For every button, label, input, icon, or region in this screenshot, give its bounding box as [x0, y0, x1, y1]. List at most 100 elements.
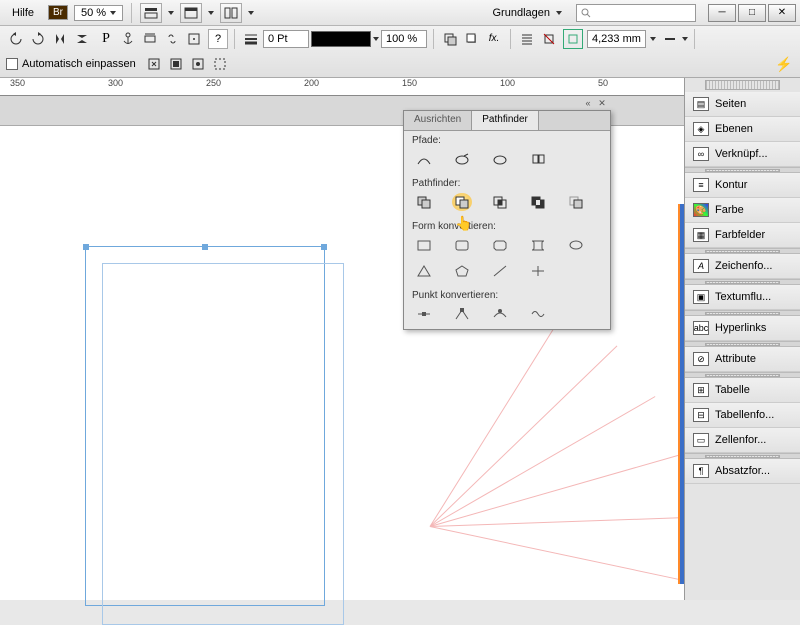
ellipse-icon[interactable] [566, 236, 586, 254]
plain-point-icon[interactable] [414, 305, 434, 323]
dock-item-stroke[interactable]: ≡Kontur [685, 173, 800, 198]
close-button[interactable]: ✕ [768, 4, 796, 22]
stroke-style-swatch[interactable] [311, 31, 371, 47]
dock-item-attributes[interactable]: ⊘Attribute [685, 347, 800, 372]
help-icon[interactable]: ? [208, 29, 228, 49]
dock-item-character[interactable]: AZeichenfo... [685, 254, 800, 279]
resize-handle[interactable] [202, 244, 208, 250]
measure-input[interactable]: 4,233 mm [587, 30, 646, 48]
fill-frame-icon[interactable] [210, 54, 230, 74]
flip-h-icon[interactable] [50, 29, 70, 49]
exclude-shapes-icon[interactable] [528, 193, 548, 211]
orthogonal-line-icon[interactable] [528, 262, 548, 280]
fit-frame-icon[interactable] [166, 54, 186, 74]
menu-help[interactable]: Hilfe [4, 5, 42, 21]
inverse-rounded-icon[interactable] [528, 236, 548, 254]
close-path-icon[interactable] [490, 150, 510, 168]
dimensions-icon[interactable] [140, 29, 160, 49]
panel-tabs: Ausrichten Pathfinder [404, 111, 610, 131]
minimize-button[interactable]: ─ [708, 4, 736, 22]
search-input[interactable] [576, 4, 696, 22]
minus-back-icon[interactable] [566, 193, 586, 211]
tab-pathfinder[interactable]: Pathfinder [471, 111, 539, 130]
tint-input[interactable]: 100 % [381, 30, 427, 48]
beveled-rect-icon[interactable] [490, 236, 510, 254]
dock-item-table[interactable]: ⊞Tabelle [685, 378, 800, 403]
rect-shape-icon[interactable] [414, 236, 434, 254]
fx-icon[interactable]: fx. [484, 29, 504, 49]
dock-item-links[interactable]: ∞Verknüpf... [685, 142, 800, 167]
intersect-shapes-icon[interactable] [490, 193, 510, 211]
panel-collapse-button[interactable]: « [582, 98, 594, 108]
dock-item-pages[interactable]: ▤Seiten [685, 92, 800, 117]
reverse-path-icon[interactable] [528, 150, 548, 168]
drop-shadow-icon[interactable] [462, 29, 482, 49]
stroke-weight-input[interactable]: 0 Pt [263, 30, 309, 48]
dock-item-parastyles[interactable]: ¶Absatzfor... [685, 459, 800, 484]
crop-icon[interactable] [563, 29, 583, 49]
dock-item-cellstyles[interactable]: ▭Zellenfor... [685, 428, 800, 453]
tint-value: 100 % [386, 33, 417, 45]
corner-point-icon[interactable] [452, 305, 472, 323]
chevron-down-icon[interactable] [373, 37, 379, 41]
open-path-icon[interactable] [452, 150, 472, 168]
maximize-button[interactable]: □ [738, 4, 766, 22]
center-content-icon[interactable] [188, 54, 208, 74]
rotate-ccw-icon[interactable] [6, 29, 26, 49]
dock-item-layers[interactable]: ◈ Ebenen [685, 117, 800, 142]
dock-label: Attribute [715, 353, 756, 365]
chevron-down-icon [556, 11, 562, 15]
chevron-down-icon[interactable] [208, 11, 214, 15]
select-container-icon[interactable] [184, 29, 204, 49]
dock-item-color[interactable]: 🎨Farbe [685, 198, 800, 223]
line-tool-icon[interactable] [660, 29, 680, 49]
dock-grip[interactable] [705, 80, 780, 90]
chevron-down-icon[interactable] [248, 11, 254, 15]
symmetrical-point-icon[interactable] [528, 305, 548, 323]
workspace-switcher[interactable]: Grundlagen [485, 5, 571, 21]
add-shapes-icon[interactable] [414, 193, 434, 211]
arrange-button[interactable] [220, 3, 242, 23]
rounded-rect-icon[interactable] [452, 236, 472, 254]
ruler-tick: 300 [108, 78, 123, 88]
join-path-icon[interactable] [414, 150, 434, 168]
horizontal-ruler: 350 300 250 200 150 100 50 [0, 78, 684, 96]
autofit-label: Automatisch einpassen [22, 58, 136, 70]
chain-icon[interactable] [162, 29, 182, 49]
dock-item-hyperlinks[interactable]: abcHyperlinks [685, 316, 800, 341]
dock-item-swatches[interactable]: ▦Farbfelder [685, 223, 800, 248]
layers-icon: ◈ [693, 122, 709, 136]
view-options-button[interactable] [140, 3, 162, 23]
dock-item-textwrap[interactable]: ▣Textumflu... [685, 285, 800, 310]
checkbox-icon[interactable] [6, 58, 18, 70]
paragraph-style-icon[interactable]: P [96, 29, 116, 49]
dock-label: Ebenen [715, 123, 753, 135]
screen-mode-button[interactable] [180, 3, 202, 23]
panel-close-button[interactable]: ✕ [596, 98, 608, 108]
bolt-icon[interactable]: ⚡ [774, 54, 794, 74]
polygon-icon[interactable] [452, 262, 472, 280]
subtract-shapes-icon[interactable] [452, 193, 472, 211]
chevron-down-icon[interactable] [168, 11, 174, 15]
anchor-icon[interactable] [118, 29, 138, 49]
dock-item-tablestyles[interactable]: ⊟Tabellenfo... [685, 403, 800, 428]
effects-icon[interactable] [440, 29, 460, 49]
selected-frame[interactable] [85, 246, 325, 606]
bridge-badge[interactable]: Br [48, 5, 68, 20]
resize-handle[interactable] [83, 244, 89, 250]
separator [510, 29, 511, 49]
text-wrap-off-icon[interactable] [539, 29, 559, 49]
tab-align[interactable]: Ausrichten [404, 111, 471, 130]
chevron-down-icon[interactable] [682, 37, 688, 41]
text-wrap-icon[interactable] [517, 29, 537, 49]
smooth-point-icon[interactable] [490, 305, 510, 323]
line-icon[interactable] [490, 262, 510, 280]
fit-content-icon[interactable] [144, 54, 164, 74]
triangle-icon[interactable] [414, 262, 434, 280]
flip-v-icon[interactable] [72, 29, 92, 49]
chevron-down-icon[interactable] [650, 37, 656, 41]
zoom-level-combo[interactable]: 50 % [74, 5, 123, 21]
resize-handle[interactable] [321, 244, 327, 250]
rotate-cw-icon[interactable] [28, 29, 48, 49]
autofit-checkbox-row[interactable]: Automatisch einpassen [6, 58, 136, 70]
